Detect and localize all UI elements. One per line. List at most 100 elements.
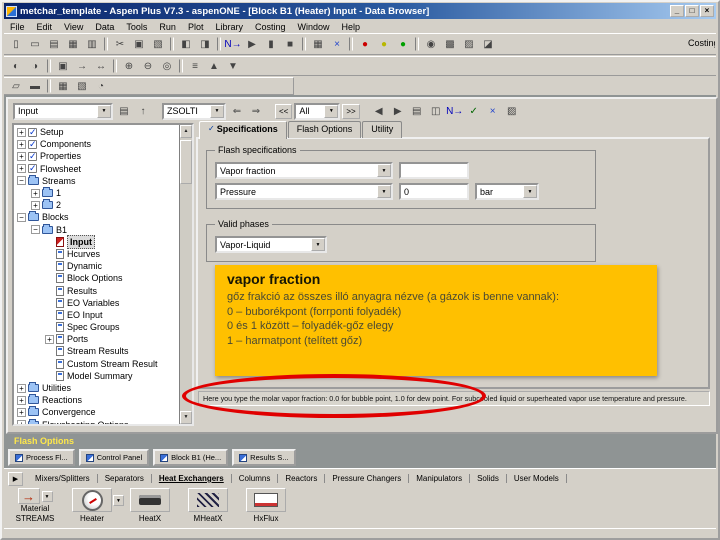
cancel-icon[interactable]: × [328,36,346,52]
tree-item[interactable]: + Reactions [14,394,179,406]
tree-expander-icon[interactable]: − [17,212,26,222]
tree-expander-icon[interactable]: + [45,334,54,344]
section-display-icon[interactable]: ▧ [73,78,91,94]
tree-item[interactable]: − Streams [14,174,179,187]
menu-item[interactable]: Costing [249,22,292,32]
save-icon[interactable]: ▤ [45,36,63,52]
tree-expander-icon[interactable] [45,323,54,332]
scrollbar-track[interactable] [180,138,192,411]
menu-item[interactable]: View [58,22,89,32]
history-icon[interactable]: ◉ [422,36,440,52]
tree-expander-icon[interactable] [45,298,54,307]
pressure-input[interactable] [399,183,469,200]
next-icon[interactable]: N→ [224,36,242,52]
tree-item[interactable]: + Setup [14,126,179,138]
palette-tab-solids[interactable]: Solids [470,474,507,483]
tree-expander-icon[interactable]: + [17,139,26,149]
tree-expander-icon[interactable]: + [17,395,26,405]
tree-item[interactable]: Dynamic [14,260,179,272]
cut-icon[interactable]: ✂ [111,36,129,52]
tree-item[interactable]: Stream Results [14,345,179,357]
tree-item[interactable]: − B1 [14,223,179,236]
zoom-out-icon[interactable]: ⊖ [139,58,157,74]
tree-item[interactable]: Model Summary [14,370,179,382]
menu-item[interactable]: Edit [31,22,59,32]
tree-item[interactable]: + Flowsheeting Options [14,418,179,424]
print-icon[interactable]: ▦ [64,36,82,52]
close-button[interactable]: × [700,5,714,17]
tree-item[interactable]: EO Variables [14,297,179,309]
tree-item[interactable]: Input [14,234,179,249]
tree-expander-icon[interactable] [45,237,54,246]
menu-item[interactable]: Run [153,22,182,32]
tree-expander-icon[interactable] [45,359,54,368]
grid-toggle-icon[interactable]: ▦ [54,78,72,94]
view-parent-icon[interactable]: ▲ [205,58,223,74]
prev-units-icon[interactable]: ⇐ [228,103,246,119]
vapor-fraction-combo[interactable]: Vapor fraction [215,162,393,179]
variable-explorer-icon[interactable]: ◐ [7,58,25,74]
next-input-icon[interactable]: N→ [446,103,464,119]
insert-stream-icon[interactable]: → [73,58,91,74]
scroll-down-icon[interactable] [180,411,192,424]
menu-item[interactable]: Plot [182,22,210,32]
tree-expander-icon[interactable]: − [31,225,40,235]
pressure-combo[interactable]: Pressure [215,183,393,200]
model-heatx[interactable]: HeatX [126,488,174,523]
palette-tab-heat-exchangers[interactable]: Heat Exchangers [152,474,232,483]
check-status-icon[interactable]: ✓ [465,103,483,119]
tree-expander-icon[interactable]: + [17,127,26,137]
tree-expander-icon[interactable]: + [31,200,40,210]
tree-scrollbar[interactable] [179,125,192,424]
view-child-icon[interactable]: ▼ [224,58,242,74]
tree-item[interactable]: Results [14,284,179,296]
model-mheatx[interactable]: MHeatX [184,488,232,523]
sheet-icon[interactable]: ▤ [115,103,133,119]
tree-expander-icon[interactable] [45,274,54,283]
tree-expander-icon[interactable] [45,286,54,295]
flowsheet-icon[interactable]: ◧ [177,36,195,52]
next-sheets-button[interactable]: >> [342,103,360,119]
stop-icon[interactable]: ■ [281,36,299,52]
tree-expander-icon[interactable]: + [17,383,26,393]
tree-item[interactable]: − Blocks [14,211,179,223]
tree-item[interactable]: + Properties [14,150,179,162]
tab-utility[interactable]: Utility [362,121,403,138]
print-preview-icon[interactable]: ▥ [83,36,101,52]
tab-specifications[interactable]: Specifications [199,121,287,139]
tree-item[interactable]: + Convergence [14,406,179,418]
tree-item[interactable]: + Utilities [14,382,179,394]
valid-phases-combo[interactable]: Vapor-Liquid [215,236,327,253]
insert-block-icon[interactable]: ▣ [54,58,72,74]
tree-expander-icon[interactable] [45,347,54,356]
tab-flash-options[interactable]: Flash Options [287,121,362,138]
tree-item[interactable]: + Components [14,138,179,150]
align-icon[interactable]: ≡ [186,58,204,74]
control-panel-icon[interactable]: ▨ [460,36,478,52]
run-icon[interactable]: ▶ [243,36,261,52]
tree-expander-icon[interactable] [45,249,54,258]
tree-expander-icon[interactable]: − [17,176,26,186]
tree-expander-icon[interactable]: + [17,407,26,417]
reroute-stream-icon[interactable]: ↔ [92,58,110,74]
display-filter-combo[interactable]: All [294,102,341,120]
status-green-icon[interactable]: ● [394,36,412,52]
status-red-icon[interactable]: ● [356,36,374,52]
data-browser-icon[interactable]: ▩ [441,36,459,52]
taskbar-results-summary[interactable]: Results S... [232,449,296,466]
prev-sheets-button[interactable]: << [275,103,293,119]
palette-tab-mixers[interactable]: Mixers/Splitters [28,474,98,483]
palette-tab-manipulators[interactable]: Manipulators [409,474,471,483]
eo-sync-icon[interactable]: ◑ [26,58,44,74]
zoom-full-icon[interactable]: ◎ [158,58,176,74]
menu-item[interactable]: Data [89,22,120,32]
pressure-units-combo[interactable]: bar [475,183,539,200]
tree-item[interactable]: Hcurves [14,248,179,260]
copy-icon[interactable]: ▣ [130,36,148,52]
taskbar-process-flowsheet[interactable]: Process Fl... [8,449,75,466]
palette-tab-pressure-changers[interactable]: Pressure Changers [325,474,410,483]
status-yellow-icon[interactable]: ● [375,36,393,52]
paste-icon[interactable]: ▧ [149,36,167,52]
open-icon[interactable]: ▭ [26,36,44,52]
menu-item[interactable]: Library [209,22,249,32]
